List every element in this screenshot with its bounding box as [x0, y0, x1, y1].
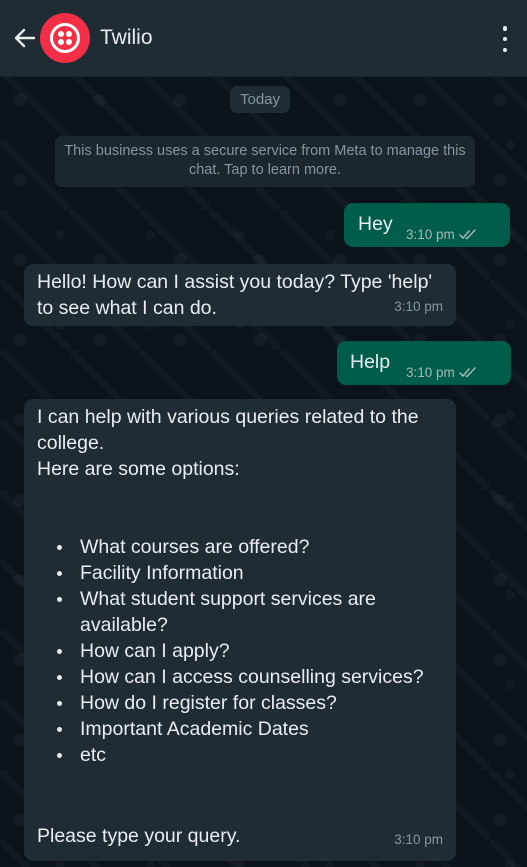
list-item: etc — [37, 742, 442, 768]
message-meta: 3:10 pm — [406, 360, 477, 387]
list-item: What student support services are availa… — [37, 586, 442, 638]
date-separator: Today — [230, 86, 291, 113]
outgoing-message[interactable]: Hey 3:10 pm — [344, 203, 510, 247]
double-tick-icon — [459, 361, 477, 387]
incoming-message[interactable]: Hello! How can I assist you today? Type … — [24, 264, 456, 326]
encryption-notice[interactable]: This business uses a secure service from… — [55, 136, 475, 187]
message-text-line: I can help with various queries related … — [37, 406, 419, 454]
list-item: How do I register for classes? — [37, 690, 442, 716]
message-time: 3:10 pm — [406, 365, 455, 380]
list-item: How can I apply? — [37, 638, 442, 664]
list-item: How can I access counselling services? — [37, 664, 442, 690]
incoming-message[interactable]: I can help with various queries related … — [24, 399, 456, 861]
message-time: 3:10 pm — [406, 227, 455, 242]
list-item: Important Academic Dates — [37, 716, 442, 742]
message-time: 3:10 pm — [394, 832, 443, 847]
arrow-left-icon[interactable] — [10, 23, 40, 53]
message-text-line: Here are some options: — [37, 458, 240, 480]
contact-name[interactable]: Twilio — [100, 26, 153, 50]
outgoing-message[interactable]: Help 3:10 pm — [337, 341, 511, 385]
message-text: Hey — [358, 213, 393, 235]
twilio-logo-avatar[interactable] — [42, 15, 88, 61]
message-time: 3:10 pm — [394, 299, 443, 314]
list-item: What courses are offered? — [37, 534, 442, 560]
message-text: Help — [350, 351, 391, 373]
message-text-line: Please type your query. — [37, 825, 241, 847]
message-text: Hello! How can I assist you today? Type … — [37, 271, 433, 319]
message-meta: 3:10 pm — [406, 222, 477, 249]
twilio-logo-icon — [50, 23, 80, 53]
vertical-dots-icon[interactable] — [501, 26, 509, 52]
options-list: What courses are offered? Facility Infor… — [37, 534, 442, 768]
list-item: Facility Information — [37, 560, 442, 586]
chat-header: Twilio — [0, 0, 527, 77]
double-tick-icon — [459, 223, 477, 249]
